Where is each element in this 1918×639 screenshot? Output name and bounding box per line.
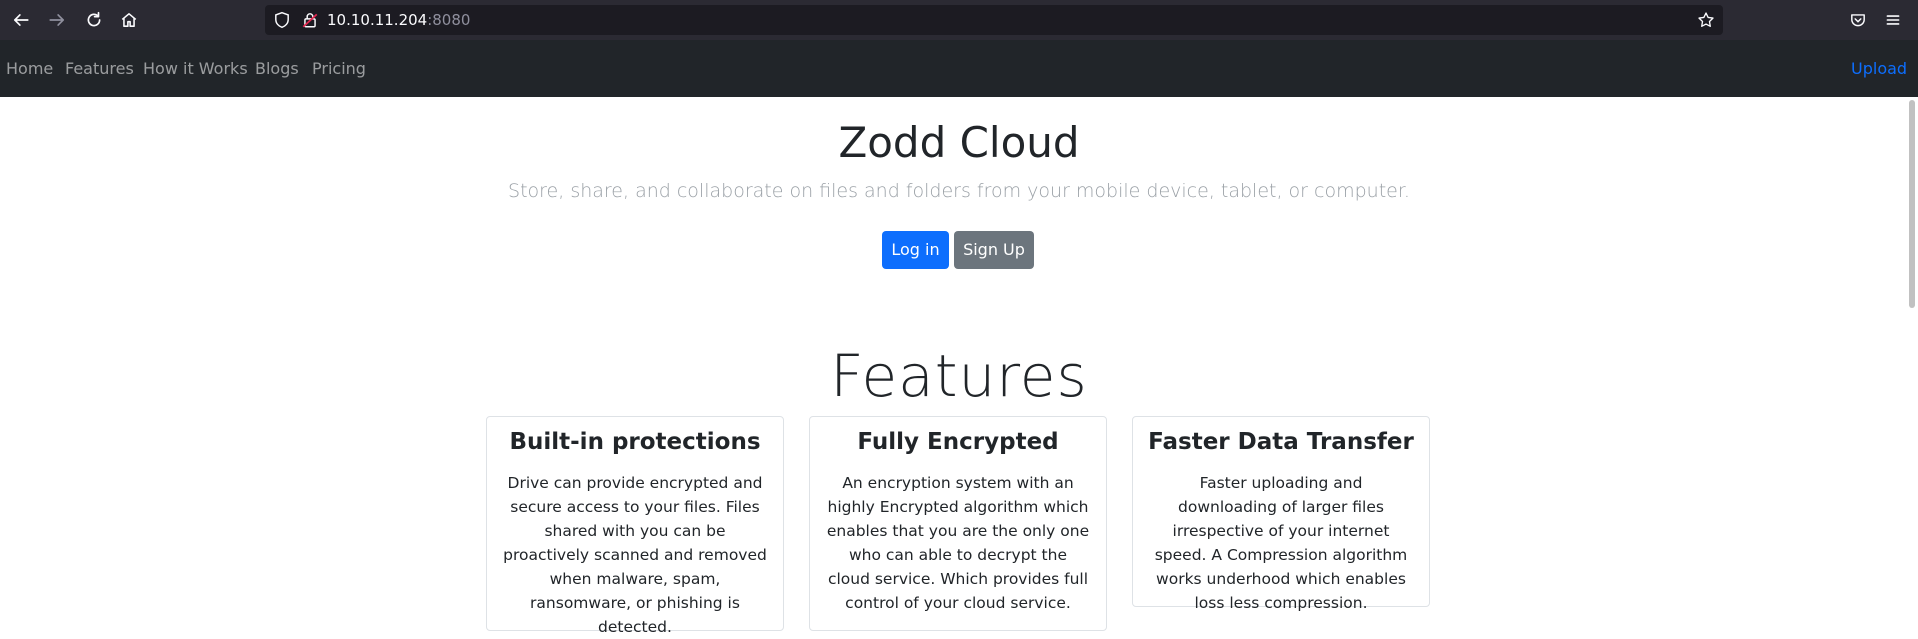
nav-how-it-works-link[interactable]: How it Works bbox=[143, 40, 248, 97]
feature-card-faster-data-transfer: Faster Data Transfer Faster uploading an… bbox=[1132, 416, 1430, 612]
bookmark-star-icon[interactable] bbox=[1697, 11, 1715, 29]
nav-blogs-link[interactable]: Blogs bbox=[255, 40, 299, 97]
forward-icon[interactable] bbox=[45, 8, 69, 32]
signup-button[interactable]: Sign Up bbox=[954, 231, 1034, 269]
nav-pricing-link[interactable]: Pricing bbox=[312, 40, 366, 97]
feature-card-built-in-protections: Built-in protections Drive can provide e… bbox=[486, 416, 784, 636]
feature-card-text: Faster uploading and downloading of larg… bbox=[1154, 474, 1408, 612]
hero-subtitle: Store, share, and collaborate on files a… bbox=[508, 180, 1410, 202]
feature-card-text: Drive can provide encrypted and secure a… bbox=[503, 474, 767, 636]
url-host: 10.10.11.204 bbox=[327, 11, 428, 29]
browser-toolbar: 10.10.11.204:8080 bbox=[0, 0, 1918, 40]
login-button[interactable]: Log in bbox=[882, 231, 949, 269]
feature-card-title: Built-in protections bbox=[509, 429, 761, 455]
back-icon[interactable] bbox=[9, 8, 33, 32]
pocket-icon[interactable] bbox=[1846, 8, 1870, 32]
hero-title: Zodd Cloud bbox=[838, 118, 1080, 167]
url-port: :8080 bbox=[427, 11, 471, 29]
url-text[interactable]: 10.10.11.204:8080 bbox=[327, 5, 470, 35]
address-bar[interactable]: 10.10.11.204:8080 bbox=[265, 5, 1723, 35]
menu-icon[interactable] bbox=[1881, 8, 1905, 32]
nav-features-link[interactable]: Features bbox=[65, 40, 134, 97]
feature-card-title: Fully Encrypted bbox=[857, 429, 1059, 455]
home-icon[interactable] bbox=[117, 8, 141, 32]
site-navbar: Home Features How it Works Blogs Pricing… bbox=[0, 40, 1918, 97]
nav-upload-link[interactable]: Upload bbox=[1851, 40, 1907, 97]
feature-card-fully-encrypted: Fully Encrypted An encryption system wit… bbox=[809, 416, 1107, 631]
feature-card-title: Faster Data Transfer bbox=[1148, 429, 1414, 455]
insecure-lock-icon[interactable] bbox=[301, 11, 319, 29]
shield-icon[interactable] bbox=[273, 11, 291, 29]
reload-icon[interactable] bbox=[82, 8, 106, 32]
features-heading: Features bbox=[830, 342, 1088, 410]
feature-card-text: An encryption system with an highly Encr… bbox=[826, 474, 1090, 612]
nav-home-link[interactable]: Home bbox=[6, 40, 53, 97]
